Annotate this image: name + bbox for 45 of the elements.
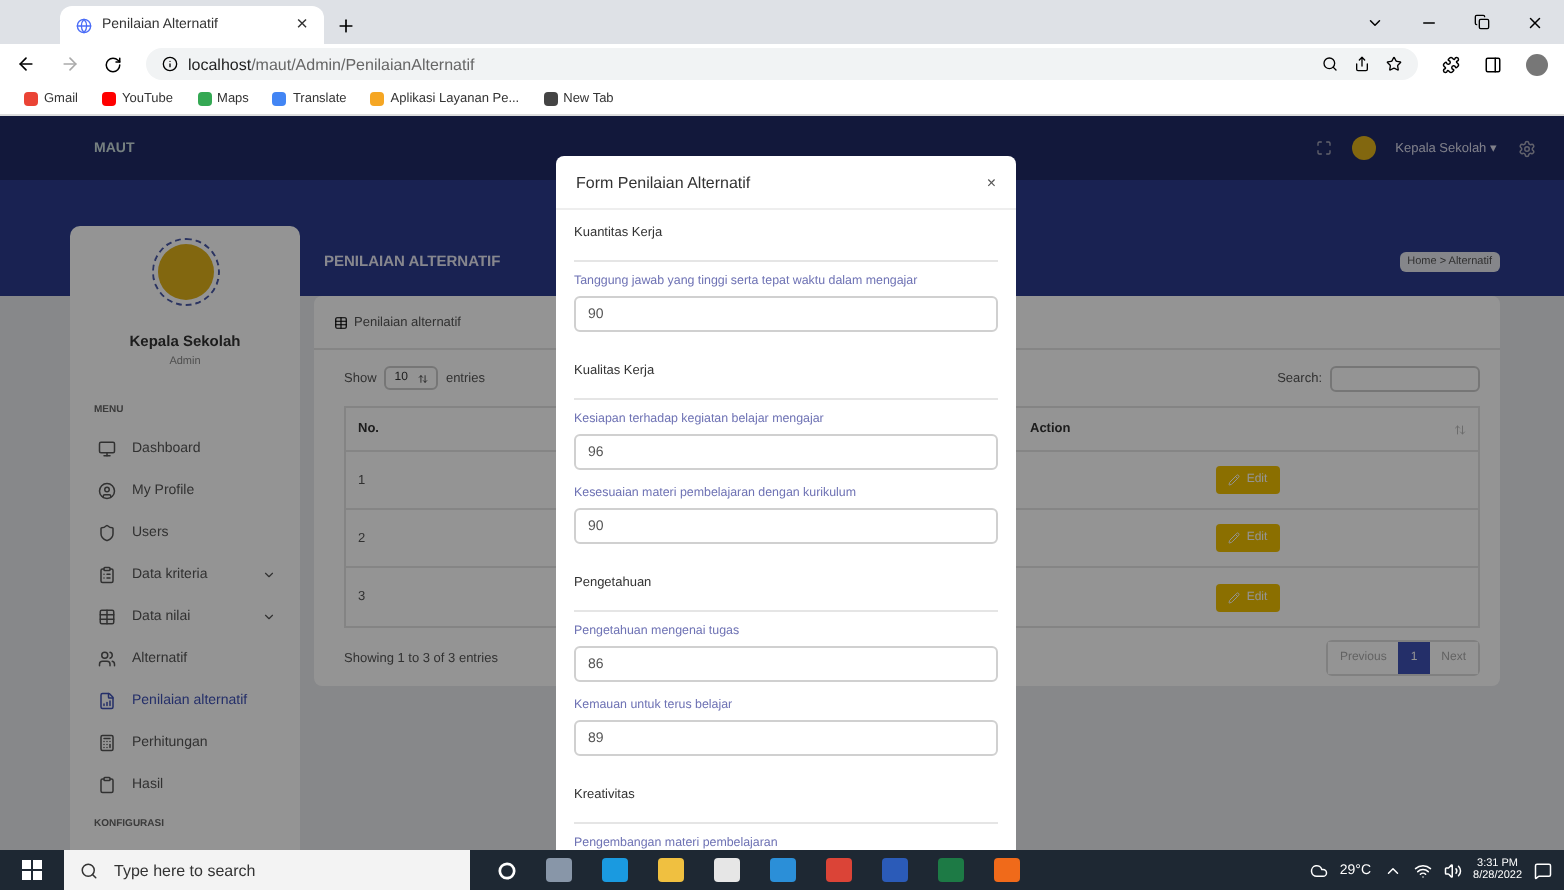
tab-close-button[interactable]: × — [296, 14, 308, 36]
user-circle-icon — [98, 482, 116, 500]
search-field[interactable] — [1330, 365, 1480, 391]
profile-avatar — [151, 238, 219, 306]
table-icon — [334, 315, 348, 329]
address-bar[interactable]: localhost/maut/Admin/PenilaianAlternatif — [146, 48, 1418, 80]
bookmark-star-icon[interactable] — [1386, 56, 1402, 72]
favicon-icon — [76, 17, 92, 33]
chart-file-icon — [98, 692, 116, 710]
pencil-icon — [1228, 591, 1241, 603]
monitor-icon — [98, 440, 116, 458]
pencil-icon — [1228, 532, 1241, 544]
chevron-icon — [262, 568, 276, 582]
settings-icon[interactable] — [1518, 139, 1536, 157]
volume-icon[interactable] — [1443, 861, 1462, 879]
profile-avatar[interactable] — [1526, 53, 1548, 75]
table-icon — [98, 608, 116, 626]
clipboard-list-icon — [98, 566, 116, 584]
chevron-icon — [262, 610, 276, 624]
calculator-icon — [98, 734, 116, 752]
modal-title: Form Penilaian Alternatif — [576, 173, 753, 191]
taskbar-search-field[interactable]: Type here to search — [64, 850, 470, 890]
back-icon[interactable] — [16, 54, 36, 74]
shield-icon — [98, 524, 116, 542]
weather-icon — [1309, 861, 1328, 879]
close-icon[interactable] — [1526, 13, 1544, 31]
cortana-icon[interactable] — [498, 861, 516, 879]
side-panel-icon[interactable] — [1484, 55, 1502, 73]
users-icon — [98, 650, 116, 668]
new-tab-icon[interactable] — [336, 16, 356, 36]
search-icon — [80, 861, 98, 879]
up-down-arrow-icon — [417, 373, 428, 383]
zoom-icon[interactable] — [1322, 56, 1338, 72]
windows-start-icon[interactable] — [22, 860, 42, 880]
restore-icon[interactable] — [1474, 14, 1490, 30]
close-button[interactable]: × — [986, 173, 996, 191]
reload-icon[interactable] — [104, 55, 122, 73]
user-avatar — [1351, 136, 1376, 160]
pencil-icon — [1228, 474, 1241, 486]
notifications-icon[interactable] — [1534, 861, 1552, 879]
info-icon — [162, 56, 178, 72]
extensions-icon[interactable] — [1442, 55, 1460, 73]
share-icon[interactable] — [1354, 56, 1370, 72]
network-icon[interactable] — [1413, 861, 1432, 879]
clipboard-icon — [98, 776, 116, 794]
